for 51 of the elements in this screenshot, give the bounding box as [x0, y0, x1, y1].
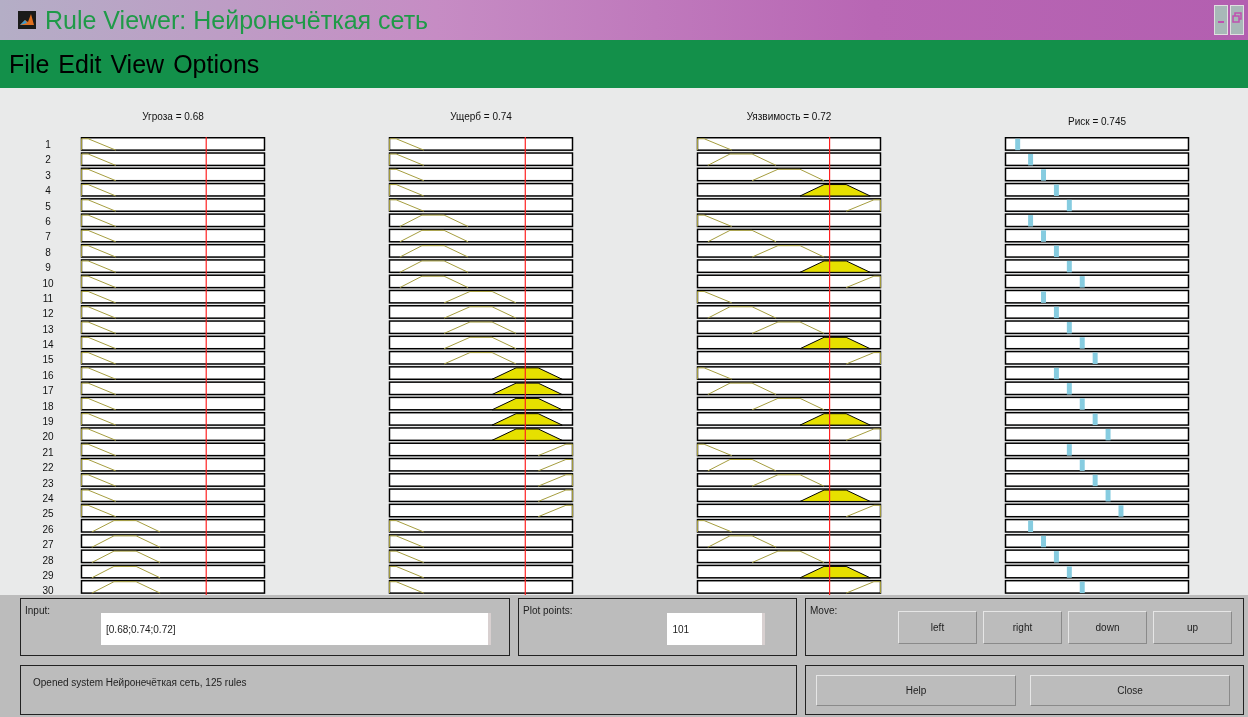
move-button[interactable]: up: [1153, 611, 1232, 644]
menu-item[interactable]: File: [8, 49, 51, 79]
rule-number: 10: [42, 276, 54, 291]
rule-number: 7: [45, 230, 51, 245]
rule-number: 15: [42, 353, 54, 368]
rule-number: 2: [45, 153, 51, 168]
menu-item[interactable]: Options: [172, 49, 261, 79]
plot-points-label: Plot points:: [523, 605, 573, 616]
rule-number: 13: [42, 322, 54, 337]
rule-number: 5: [45, 199, 51, 214]
move-label: Move:: [810, 605, 839, 616]
variable-title: Угроза = 0.68: [142, 110, 204, 124]
move-button[interactable]: left: [898, 611, 977, 644]
rule-number: 29: [42, 568, 54, 583]
rule-number: 16: [42, 368, 54, 383]
dialog-button[interactable]: Help: [816, 675, 1016, 706]
variable-title: Уязвимость = 0.72: [746, 110, 832, 124]
move-button[interactable]: right: [983, 611, 1062, 644]
rule-number: 27: [42, 538, 54, 553]
rule-number: 18: [42, 399, 54, 414]
rule-number: 19: [42, 415, 54, 430]
status-message: Opened system Нейронечёткая сеть, 125 rules: [33, 677, 247, 688]
move-button[interactable]: down: [1068, 611, 1147, 644]
rule-number: 24: [42, 492, 54, 506]
rule-number: 14: [42, 338, 54, 353]
input-label: Input:: [25, 605, 51, 616]
rule-number: 23: [42, 476, 54, 491]
menu-item[interactable]: View: [109, 49, 166, 79]
rule-number: 9: [45, 261, 51, 276]
menu-item[interactable]: Edit: [57, 49, 103, 79]
dialog-button[interactable]: Close: [1030, 675, 1230, 706]
rule-number: 17: [42, 384, 54, 399]
variable-title: Риск = 0.745: [1067, 115, 1127, 129]
rule-number: 8: [45, 245, 51, 260]
rule-number: 4: [45, 184, 51, 199]
rule-number: 20: [42, 430, 54, 445]
input-field[interactable]: [0.68;0.74;0.72]: [101, 613, 492, 645]
variable-title: Ущерб = 0.74: [450, 110, 512, 124]
rule-number: 12: [42, 307, 54, 322]
rule-number: 22: [42, 461, 54, 476]
rule-number: 25: [42, 507, 54, 522]
rule-number: 26: [42, 522, 54, 537]
rule-number: 1: [45, 138, 51, 152]
rule-number: 3: [45, 168, 51, 183]
rule-number: 6: [45, 214, 51, 229]
rule-number: 28: [42, 553, 54, 568]
rule-number: 30: [42, 584, 54, 595]
window-title: Rule Viewer: Нейронечёткая сеть: [45, 5, 430, 35]
plot-points-field[interactable]: 101: [667, 613, 766, 645]
rule-number: 21: [42, 445, 54, 460]
rule-number: 11: [42, 291, 54, 306]
